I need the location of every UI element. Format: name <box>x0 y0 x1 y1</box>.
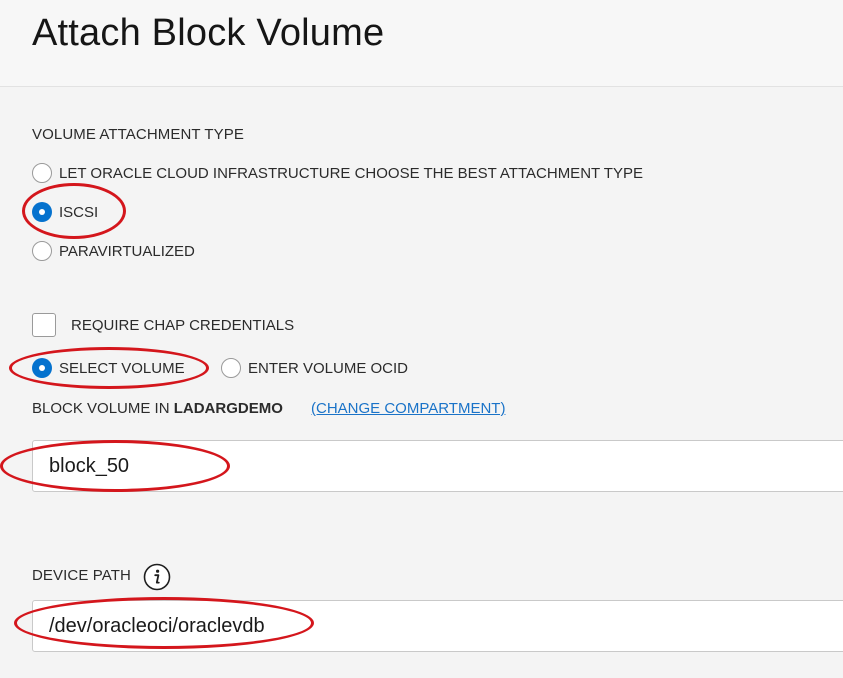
info-icon[interactable] <box>143 563 171 591</box>
block-volume-select[interactable]: block_50 <box>32 440 843 492</box>
radio-option-auto[interactable]: LET ORACLE CLOUD INFRASTRUCTURE CHOOSE T… <box>32 162 643 184</box>
radio-option-enter-ocid[interactable]: ENTER VOLUME OCID <box>221 357 408 379</box>
radio-auto[interactable] <box>32 163 52 183</box>
chap-checkbox-label: REQUIRE CHAP CREDENTIALS <box>71 317 295 334</box>
attachment-type-label: VOLUME ATTACHMENT TYPE <box>32 126 244 143</box>
radio-paravirtualized-label: PARAVIRTUALIZED <box>59 242 195 260</box>
radio-select-volume-label: SELECT VOLUME <box>59 359 185 377</box>
radio-select-volume[interactable] <box>32 358 52 378</box>
change-compartment-link[interactable]: (CHANGE COMPARTMENT) <box>311 400 505 417</box>
radio-enter-ocid[interactable] <box>221 358 241 378</box>
radio-option-paravirtualized[interactable]: PARAVIRTUALIZED <box>32 240 195 262</box>
block-volume-label: BLOCK VOLUME IN LADARGDEMO <box>32 400 283 417</box>
block-volume-value: block_50 <box>49 455 130 477</box>
device-path-label: DEVICE PATH <box>32 567 131 584</box>
page-header: Attach Block Volume <box>0 0 843 87</box>
radio-enter-ocid-label: ENTER VOLUME OCID <box>248 359 409 377</box>
radio-auto-label: LET ORACLE CLOUD INFRASTRUCTURE CHOOSE T… <box>59 164 643 182</box>
block-volume-label-prefix: BLOCK VOLUME IN <box>32 400 170 417</box>
radio-iscsi[interactable] <box>32 202 52 222</box>
radio-paravirtualized[interactable] <box>32 241 52 261</box>
device-path-value: /dev/oracleoci/oraclevdb <box>49 615 265 637</box>
radio-option-select-volume[interactable]: SELECT VOLUME <box>32 357 185 379</box>
device-path-select[interactable]: /dev/oracleoci/oraclevdb <box>32 600 843 652</box>
chap-checkbox[interactable] <box>32 313 56 337</box>
radio-option-iscsi[interactable]: ISCSI <box>32 201 98 223</box>
radio-iscsi-label: ISCSI <box>59 203 99 221</box>
compartment-name: LADARGDEMO <box>173 400 283 417</box>
page-title: Attach Block Volume <box>32 12 385 54</box>
